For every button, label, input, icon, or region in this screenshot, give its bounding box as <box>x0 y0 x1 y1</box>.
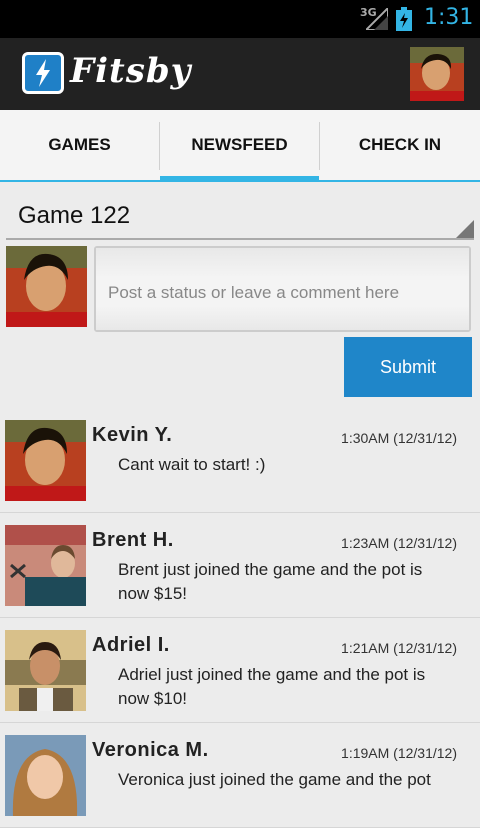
battery-charging-icon <box>396 7 412 31</box>
feed-item[interactable]: Brent H. 1:23AM (12/31/12) Brent just jo… <box>0 513 480 618</box>
app-logo-icon <box>22 52 64 94</box>
profile-avatar[interactable] <box>410 47 464 101</box>
feed-message: Cant wait to start! :) <box>118 455 266 474</box>
submit-button[interactable]: Submit <box>344 337 472 397</box>
feed-user-name: Adriel I. <box>92 634 170 656</box>
feed-message: Adriel just joined the game and the pot … <box>118 665 426 708</box>
game-selector[interactable]: Game 122 <box>6 196 474 240</box>
feed-user-name: Brent H. <box>92 529 174 551</box>
status-bar: 3G 1:31 <box>0 0 480 38</box>
user-avatar <box>5 525 86 606</box>
feed-timestamp: 1:21AM (12/31/12) <box>341 640 457 656</box>
tab-games[interactable]: GAMES <box>0 110 159 180</box>
feed-message: Veronica just joined the game and the po… <box>118 770 431 789</box>
tab-bar: GAMES NEWSFEED CHECK IN <box>0 110 480 182</box>
status-input[interactable] <box>96 278 469 308</box>
feed-timestamp: 1:30AM (12/31/12) <box>341 430 457 446</box>
feed-timestamp: 1:19AM (12/31/12) <box>341 745 457 761</box>
user-avatar <box>5 735 86 816</box>
dropdown-arrow-icon <box>456 220 474 238</box>
user-avatar <box>5 420 86 501</box>
signal-icon <box>366 8 388 30</box>
app-title: Fitsby <box>70 51 192 91</box>
feed-message: Brent just joined the game and the pot i… <box>118 560 423 603</box>
feed-item[interactable]: Adriel I. 1:21AM (12/31/12) Adriel just … <box>0 618 480 723</box>
feed-timestamp: 1:23AM (12/31/12) <box>341 535 457 551</box>
feed-user-name: Veronica M. <box>92 739 209 761</box>
my-avatar <box>6 246 87 327</box>
newsfeed-list: Kevin Y. 1:30AM (12/31/12) Cant wait to … <box>0 408 480 828</box>
feed-user-name: Kevin Y. <box>92 424 173 446</box>
status-input-box <box>94 246 471 332</box>
tab-check-in[interactable]: CHECK IN <box>320 110 480 180</box>
game-selector-value: Game 122 <box>18 202 131 229</box>
feed-item[interactable]: Veronica M. 1:19AM (12/31/12) Veronica j… <box>0 723 480 828</box>
user-avatar <box>5 630 86 711</box>
feed-item[interactable]: Kevin Y. 1:30AM (12/31/12) Cant wait to … <box>0 408 480 513</box>
action-bar: Fitsby <box>0 38 480 110</box>
tab-newsfeed[interactable]: NEWSFEED <box>160 110 319 182</box>
clock: 1:31 <box>424 5 474 30</box>
